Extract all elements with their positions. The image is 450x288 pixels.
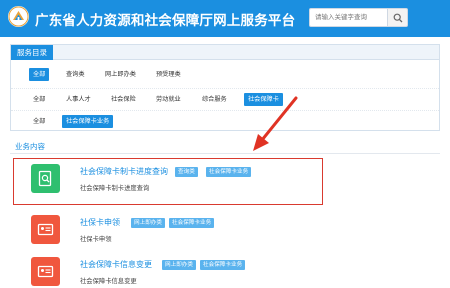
filter-subcategory-all[interactable]: 全部	[29, 115, 49, 128]
highlight-box	[13, 158, 323, 205]
filter-category-social-card[interactable]: 社会保障卡	[244, 93, 283, 106]
filter-row-subcategory: 全部 社会保障卡业务	[11, 110, 439, 131]
filter-subcategory-social-card-business[interactable]: 社会保障卡业务	[62, 115, 114, 128]
id-card-icon	[31, 215, 60, 244]
filter-type-preaccept[interactable]: 预受理类	[152, 68, 185, 81]
filter-category-all[interactable]: 全部	[29, 93, 49, 106]
service-item-tag: 社会保障卡业务	[169, 218, 215, 228]
filter-category-employment[interactable]: 劳动就业	[152, 93, 185, 106]
catalog-header: 服务目录	[11, 45, 439, 60]
service-catalog: 服务目录 全部 查询类 网上即办类 预受理类 全部 人事人才 社会保险 劳动就业…	[10, 44, 440, 131]
filter-type-online[interactable]: 网上即办类	[101, 68, 140, 81]
service-item-desc: 社保卡申领	[80, 236, 112, 243]
section-divider	[10, 153, 440, 154]
service-item-title[interactable]: 社会保障卡信息变更	[80, 259, 152, 270]
service-item-tag: 社会保障卡业务	[200, 260, 246, 270]
site-title: 广东省人力资源和社会保障厅网上服务平台	[35, 13, 296, 28]
filter-type-query[interactable]: 查询类	[62, 68, 89, 81]
site-logo-icon[interactable]	[8, 6, 29, 27]
filter-row-category: 全部 人事人才 社会保险 劳动就业 综合服务 社会保障卡	[11, 88, 439, 109]
search-icon	[393, 13, 402, 22]
service-item[interactable]: 社会保障卡信息变更 网上即办类 社会保障卡业务 社会保障卡信息变更	[10, 252, 440, 288]
filter-category-general[interactable]: 综合服务	[198, 93, 231, 106]
search-input[interactable]	[309, 8, 388, 27]
filter-category-insurance[interactable]: 社会保险	[107, 93, 140, 106]
section-title: 业务内容	[15, 142, 45, 151]
search-button[interactable]	[388, 8, 408, 27]
site-header: 广东省人力资源和社会保障厅网上服务平台	[0, 0, 450, 37]
id-card-icon	[31, 257, 60, 286]
filter-row-type: 全部 查询类 网上即办类 预受理类	[11, 64, 439, 85]
catalog-title: 服务目录	[11, 45, 53, 60]
service-item-tag: 网上即办类	[162, 260, 196, 270]
service-item-desc: 社会保障卡信息变更	[80, 278, 137, 285]
service-item[interactable]: 社保卡申领 网上即办类 社会保障卡业务 社保卡申领	[10, 210, 440, 254]
filter-category-personnel[interactable]: 人事人才	[62, 93, 95, 106]
service-item-title[interactable]: 社保卡申领	[80, 217, 120, 228]
filter-type-all[interactable]: 全部	[29, 68, 50, 81]
service-item-tag: 网上即办类	[131, 218, 165, 228]
